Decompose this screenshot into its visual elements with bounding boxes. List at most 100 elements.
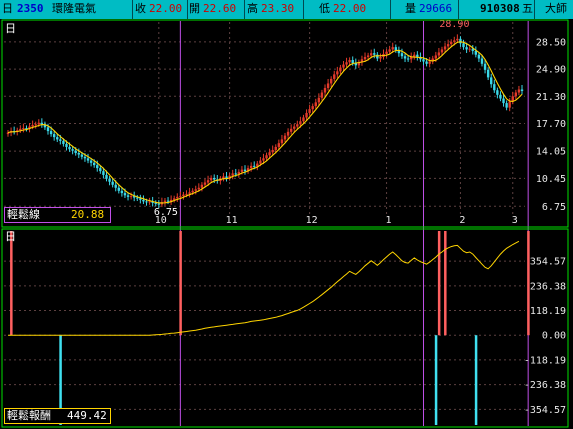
price-tick-label: 6.75	[542, 202, 566, 213]
candle-body	[40, 122, 44, 125]
candle-body	[265, 155, 268, 159]
candle-body	[336, 71, 339, 75]
sell-signal-bar	[434, 335, 438, 425]
candle-body	[363, 56, 367, 60]
candle-body	[157, 203, 161, 205]
close-value: 22.00	[149, 2, 183, 15]
close-label: 收	[135, 2, 146, 15]
candle-body	[348, 60, 351, 63]
candle-body	[302, 117, 305, 122]
candle-body	[520, 89, 524, 91]
header-divider	[303, 0, 304, 19]
axis-tick-labels: 28.50 24.90 21.30 17.70 14.05 10.45 6.75 354.57…	[154, 19, 566, 416]
return-panel-period-icon[interactable]: 日	[5, 230, 16, 243]
candle-body	[71, 149, 74, 151]
price-tick-label: 14.05	[536, 147, 566, 158]
candle-body	[369, 53, 373, 56]
return-line	[8, 240, 520, 336]
candle-body	[437, 52, 441, 56]
candle-body	[188, 192, 191, 194]
candle-body	[311, 106, 314, 110]
candle-body	[425, 61, 428, 64]
return-tick-label: 354.57	[530, 257, 566, 268]
candle-body	[136, 197, 139, 199]
candle-body	[37, 122, 40, 125]
header-divider	[244, 0, 245, 19]
tab-five[interactable]: 五	[522, 1, 533, 17]
candle-body	[422, 59, 425, 62]
tab-master[interactable]: 大師	[545, 1, 567, 17]
candle-body	[203, 182, 207, 185]
candle-body	[114, 184, 117, 188]
candle-body	[391, 47, 394, 50]
candle-body	[477, 54, 481, 59]
candle-body	[468, 48, 471, 50]
open-label: 開	[189, 2, 200, 15]
candle-body	[329, 78, 333, 84]
candle-body	[345, 62, 348, 65]
candle-body	[305, 112, 308, 118]
candle-body	[234, 173, 237, 175]
candle-body	[339, 67, 342, 72]
candle-body	[185, 193, 188, 195]
candle-body	[289, 128, 293, 132]
candle-body	[243, 169, 247, 172]
candle-body	[351, 60, 354, 64]
header-divider	[187, 0, 188, 19]
candle-body	[92, 162, 96, 166]
candle-body	[333, 74, 336, 79]
month-tick-label: 11	[226, 215, 238, 226]
candle-body	[191, 190, 194, 193]
candle-body	[52, 134, 56, 138]
volume-label: 量	[405, 2, 416, 15]
candle-body	[49, 131, 53, 135]
candle-body	[259, 160, 262, 164]
candle-body	[182, 194, 185, 197]
candle-body	[83, 156, 87, 159]
header-divider	[132, 0, 133, 19]
candle-body	[225, 176, 228, 178]
candle-body	[456, 38, 459, 41]
indicator-label: 輕鬆線	[7, 208, 40, 221]
candle-body	[490, 77, 493, 85]
candle-body	[314, 102, 317, 107]
candle-body	[22, 128, 25, 130]
candlestick-series	[6, 34, 524, 208]
candle-body	[274, 146, 277, 150]
candle-body	[493, 84, 496, 91]
candle-body	[117, 187, 121, 191]
return-tick-label: 118.19	[530, 306, 566, 317]
candle-body	[320, 92, 324, 98]
candle-body	[108, 178, 111, 182]
candle-body	[499, 94, 502, 99]
period-icon[interactable]: 日	[2, 1, 13, 17]
buy-signal-bar	[444, 231, 447, 336]
month-tick-label: 12	[306, 215, 318, 226]
candle-body	[102, 171, 105, 175]
candle-body	[474, 50, 478, 55]
candle-body	[416, 54, 419, 57]
candle-body	[296, 124, 299, 127]
candle-body	[403, 56, 407, 59]
indicator-value: 20.88	[71, 208, 105, 221]
return-tick-label: 236.38	[530, 281, 566, 292]
candle-body	[342, 64, 345, 68]
return-tick-label: -354.57	[524, 405, 566, 416]
candle-body	[120, 190, 124, 194]
candle-body	[145, 201, 148, 203]
candle-body	[200, 184, 204, 188]
price-tick-label: 24.90	[536, 65, 566, 76]
candle-body	[453, 40, 456, 42]
candle-body	[508, 101, 511, 108]
chart-area[interactable]: 28.50 24.90 21.30 17.70 14.05 10.45 6.75 354.57…	[0, 19, 573, 429]
candle-body	[446, 44, 450, 47]
price-panel-period-icon[interactable]: 日	[5, 22, 16, 35]
candle-body	[400, 53, 404, 57]
candle-body	[56, 137, 59, 140]
candle-body	[111, 181, 114, 185]
candle-body	[462, 43, 465, 48]
return-label: 輕鬆報酬	[7, 409, 51, 422]
candle-body	[373, 53, 376, 55]
candle-body	[486, 69, 490, 78]
candle-body	[89, 160, 93, 163]
